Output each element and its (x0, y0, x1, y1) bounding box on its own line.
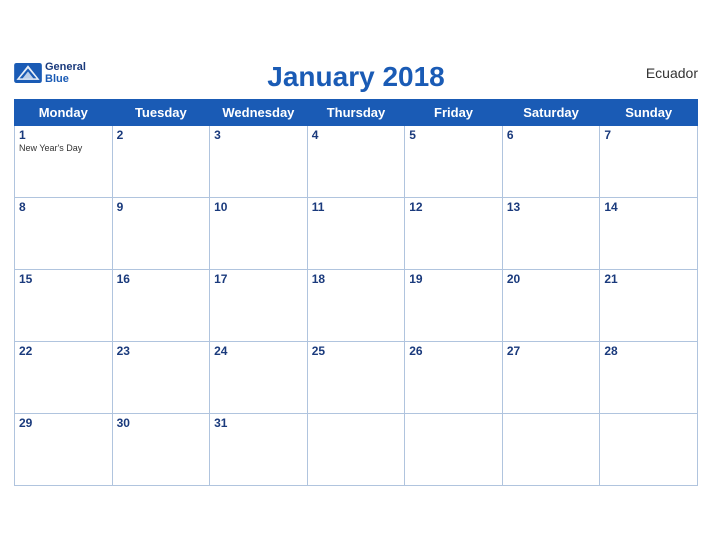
header-monday: Monday (15, 99, 113, 125)
table-row: 18 (307, 269, 405, 341)
table-row: 4 (307, 125, 405, 197)
header-wednesday: Wednesday (210, 99, 308, 125)
day-number: 21 (604, 272, 693, 286)
week-row-2: 89 10 11 12 13 14 (15, 197, 698, 269)
calendar-table: Monday Tuesday Wednesday Thursday Friday… (14, 99, 698, 486)
table-row: 24 (210, 341, 308, 413)
day-number: 25 (312, 344, 401, 358)
day-number: 11 (312, 200, 401, 214)
day-number: 15 (19, 272, 108, 286)
week-row-4: 22 23 24 25 26 27 28 (15, 341, 698, 413)
day-number: 27 (507, 344, 596, 358)
table-row: 5 (405, 125, 503, 197)
day-number: 4 (312, 128, 401, 142)
day-number: 12 (409, 200, 498, 214)
table-row (502, 413, 600, 485)
table-row: 14 (600, 197, 698, 269)
table-row: 30 (112, 413, 210, 485)
week-row-5: 29 30 31 (15, 413, 698, 485)
day-number: 8 (19, 200, 108, 214)
general-blue-logo-icon (14, 63, 42, 83)
header-thursday: Thursday (307, 99, 405, 125)
day-number: 16 (117, 272, 206, 286)
table-row: 31 (210, 413, 308, 485)
table-row: 3 (210, 125, 308, 197)
day-number: 17 (214, 272, 303, 286)
holiday-label: New Year's Day (19, 143, 108, 153)
table-row (600, 413, 698, 485)
table-row: 20 (502, 269, 600, 341)
week-row-3: 15 16 17 18 19 20 21 (15, 269, 698, 341)
day-number: 30 (117, 416, 206, 430)
day-number: 7 (604, 128, 693, 142)
table-row: 12 (405, 197, 503, 269)
table-row: 29 (15, 413, 113, 485)
logo-text-blue: Blue (45, 73, 86, 85)
day-number: 22 (19, 344, 108, 358)
table-row: 2 (112, 125, 210, 197)
table-row: 28 (600, 341, 698, 413)
table-row: 13 (502, 197, 600, 269)
header-sunday: Sunday (600, 99, 698, 125)
day-number: 9 (117, 200, 206, 214)
day-number: 5 (409, 128, 498, 142)
logo-area: General Blue (14, 61, 86, 85)
table-row: 15 (15, 269, 113, 341)
calendar-wrapper: General Blue January 2018 Ecuador Monday… (0, 51, 712, 500)
table-row: 23 (112, 341, 210, 413)
table-row: 25 (307, 341, 405, 413)
table-row: 19 (405, 269, 503, 341)
day-number: 3 (214, 128, 303, 142)
table-row: 6 (502, 125, 600, 197)
day-number: 31 (214, 416, 303, 430)
table-row: 8 (15, 197, 113, 269)
day-number: 23 (117, 344, 206, 358)
table-row: 27 (502, 341, 600, 413)
table-row (405, 413, 503, 485)
day-number: 6 (507, 128, 596, 142)
day-number: 18 (312, 272, 401, 286)
month-year-title: January 2018 (267, 61, 444, 93)
day-number: 2 (117, 128, 206, 142)
header-saturday: Saturday (502, 99, 600, 125)
day-number: 24 (214, 344, 303, 358)
table-row: 22 (15, 341, 113, 413)
table-row: 7 (600, 125, 698, 197)
week-row-1: 1New Year's Day 234567 (15, 125, 698, 197)
day-number: 13 (507, 200, 596, 214)
table-row (307, 413, 405, 485)
day-number: 28 (604, 344, 693, 358)
table-row: 17 (210, 269, 308, 341)
calendar-header: General Blue January 2018 Ecuador (14, 61, 698, 93)
day-number: 1 (19, 128, 108, 142)
day-number: 29 (19, 416, 108, 430)
table-row: 21 (600, 269, 698, 341)
table-row: 11 (307, 197, 405, 269)
header-friday: Friday (405, 99, 503, 125)
day-number: 10 (214, 200, 303, 214)
table-row: 9 (112, 197, 210, 269)
day-number: 20 (507, 272, 596, 286)
day-number: 14 (604, 200, 693, 214)
header-tuesday: Tuesday (112, 99, 210, 125)
table-row: 10 (210, 197, 308, 269)
days-header-row: Monday Tuesday Wednesday Thursday Friday… (15, 99, 698, 125)
logo-text-general: General (45, 61, 86, 73)
table-row: 1New Year's Day (15, 125, 113, 197)
day-number: 26 (409, 344, 498, 358)
table-row: 26 (405, 341, 503, 413)
table-row: 16 (112, 269, 210, 341)
day-number: 19 (409, 272, 498, 286)
country-label: Ecuador (646, 65, 698, 81)
